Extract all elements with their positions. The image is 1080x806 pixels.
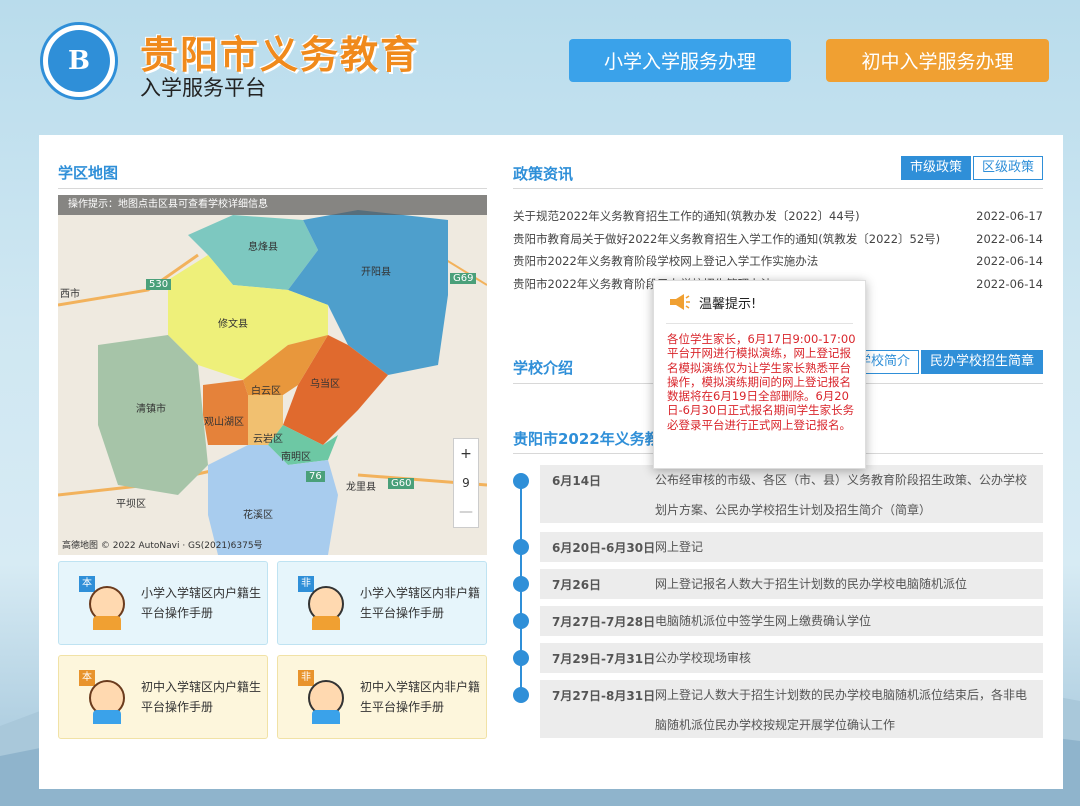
main-panel: 学区地图 操作提示：地图点击区县可查看学校详细信息 息烽县 开阳县 修文县 清镇… (39, 135, 1063, 789)
popup-body: 各位学生家长，6月17日9:00-17:00平台开网进行模拟演练，网上登记报名模… (667, 332, 856, 432)
timeline-desc: 网上登记 (655, 540, 704, 554)
divider (666, 323, 853, 324)
map-label: 龙里县 (346, 482, 376, 493)
manual-label: 初中入学辖区内非户籍生平台操作手册 (360, 680, 481, 714)
news-date: 2022-06-14 (976, 231, 1043, 246)
manual-card[interactable]: 本 小学入学辖区内户籍生平台操作手册 (58, 561, 268, 645)
timeline-dot (513, 539, 529, 555)
timeline-item: 7月27日-8月31日 网上登记人数大于招生计划数的民办学校电脑随机派位结束后，… (540, 680, 1043, 738)
zoom-out-button[interactable]: — (459, 504, 473, 520)
tab-district-policy[interactable]: 区级政策 (973, 156, 1043, 180)
map-label: 清镇市 (136, 404, 166, 415)
map-label: 平坝区 (116, 499, 146, 510)
timeline-desc: 公办学校现场审核 (655, 651, 752, 665)
notice-popup[interactable]: 温馨提示! 各位学生家长，6月17日9:00-17:00平台开网进行模拟演练，网… (653, 280, 866, 469)
primary-enrollment-button[interactable]: 小学入学服务办理 (569, 39, 791, 82)
news-title[interactable]: 关于规范2022年义务教育招生工作的通知(筑教办发〔2022〕44号) (513, 205, 958, 228)
divider (513, 188, 1043, 189)
road-sign: 530 (146, 279, 172, 290)
list-item[interactable]: 关于规范2022年义务教育招生工作的通知(筑教办发〔2022〕44号) 2022… (513, 205, 1043, 228)
manual-label: 小学入学辖区内户籍生平台操作手册 (141, 586, 262, 620)
student-avatar-icon: 非 (298, 670, 346, 724)
map-label: 开阳县 (361, 267, 391, 278)
policy-section-title: 政策资讯 (513, 165, 574, 183)
news-title[interactable]: 贵阳市2022年义务教育阶段学校网上登记入学工作实施办法 (513, 250, 958, 273)
news-date: 2022-06-14 (976, 276, 1043, 291)
timeline-dot (513, 576, 529, 592)
timeline-desc: 公布经审核的市级、各区（市、县）义务教育阶段招生政策、公办学校划片方案、公民办学… (655, 473, 1028, 517)
timeline-item: 7月29日-7月31日 公办学校现场审核 (540, 643, 1043, 673)
district-map[interactable]: 操作提示：地图点击区县可查看学校详细信息 息烽县 开阳县 修文县 清镇市 白云区… (58, 195, 487, 555)
timeline-desc: 电脑随机派位中签学生网上缴费确认学位 (655, 614, 872, 628)
map-label: 南明区 (281, 452, 311, 463)
timeline-item: 7月26日 网上登记报名人数大于招生计划数的民办学校电脑随机派位 (540, 569, 1043, 599)
news-title[interactable]: 贵阳市教育局关于做好2022年义务教育招生入学工作的通知(筑教发〔2022〕52… (513, 228, 958, 251)
student-avatar-icon: 本 (79, 576, 127, 630)
zoom-in-button[interactable]: + (460, 446, 472, 462)
student-avatar-icon: 非 (298, 576, 346, 630)
list-item[interactable]: 贵阳市教育局关于做好2022年义务教育招生入学工作的通知(筑教发〔2022〕52… (513, 228, 1043, 251)
manual-card[interactable]: 本 初中入学辖区内户籍生平台操作手册 (58, 655, 268, 739)
map-section-title: 学区地图 (58, 164, 119, 182)
timeline-date: 7月26日 (552, 578, 602, 592)
school-section-title: 学校介绍 (513, 359, 574, 377)
divider (58, 188, 487, 189)
map-label: 修文县 (218, 319, 248, 330)
map-label: 乌当区 (310, 379, 340, 390)
zoom-level: 9 (462, 476, 470, 490)
timeline-date: 6月20日-6月30日 (552, 541, 656, 555)
road-sign: 76 (306, 471, 325, 482)
timeline-item: 6月20日-6月30日 网上登记 (540, 532, 1043, 562)
manual-card[interactable]: 非 小学入学辖区内非户籍生平台操作手册 (277, 561, 487, 645)
timeline-date: 7月27日-7月28日 (552, 615, 656, 629)
badge: 本 (79, 670, 95, 686)
timeline-item: 7月27日-7月28日 电脑随机派位中签学生网上缴费确认学位 (540, 606, 1043, 636)
news-date: 2022-06-17 (976, 209, 1043, 223)
timeline-desc: 网上登记人数大于招生计划数的民办学校电脑随机派位结束后，各非电脑随机派位民办学校… (655, 688, 1028, 732)
map-label: 观山湖区 (204, 417, 244, 428)
map-label: 西市 (60, 289, 80, 300)
list-item[interactable]: 贵阳市2022年义务教育阶段学校网上登记入学工作实施办法 2022-06-14 (513, 250, 1043, 273)
platform-logo: B (40, 22, 118, 100)
timeline-dot (513, 687, 529, 703)
map-label: 花溪区 (243, 510, 273, 521)
timeline-date: 6月14日 (552, 474, 602, 488)
badge: 非 (298, 576, 314, 592)
site-title: 贵阳市义务教育 (140, 33, 421, 77)
map-label: 息烽县 (248, 242, 278, 253)
timeline-dot (513, 650, 529, 666)
tab-city-policy[interactable]: 市级政策 (901, 156, 971, 180)
road-sign: G69 (450, 273, 477, 284)
timeline-section-title: 贵阳市2022年义务教 (513, 430, 660, 448)
student-avatar-icon: 本 (79, 670, 127, 724)
road-sign: G60 (388, 478, 415, 489)
badge: 非 (298, 670, 314, 686)
tab-private-school[interactable]: 民办学校招生简章 (921, 350, 1043, 374)
timeline-item: 6月14日 公布经审核的市级、各区（市、县）义务教育阶段招生政策、公办学校划片方… (540, 465, 1043, 523)
manual-label: 小学入学辖区内非户籍生平台操作手册 (360, 586, 481, 620)
map-attribution: 高德地图 © 2022 AutoNavi · GS(2021)6375号 (62, 541, 263, 551)
manual-card[interactable]: 非 初中入学辖区内非户籍生平台操作手册 (277, 655, 487, 739)
map-label: 云岩区 (253, 434, 283, 445)
middle-enrollment-button[interactable]: 初中入学服务办理 (826, 39, 1049, 82)
badge: 本 (79, 576, 95, 592)
map-label: 白云区 (251, 386, 281, 397)
map-zoom-control: + 9 — (453, 438, 479, 528)
timeline-date: 7月27日-8月31日 (552, 689, 656, 703)
megaphone-icon (670, 294, 690, 310)
region-qingzhen (98, 335, 208, 495)
site-subtitle: 入学服务平台 (140, 76, 266, 100)
timeline-dot (513, 473, 529, 489)
news-date: 2022-06-14 (976, 254, 1043, 268)
map-tip: 操作提示：地图点击区县可查看学校详细信息 (58, 195, 487, 215)
timeline-date: 7月29日-7月31日 (552, 652, 656, 666)
timeline-dot (513, 613, 529, 629)
popup-title: 温馨提示! (699, 297, 757, 312)
manual-label: 初中入学辖区内户籍生平台操作手册 (141, 680, 262, 714)
timeline-desc: 网上登记报名人数大于招生计划数的民办学校电脑随机派位 (655, 577, 968, 591)
